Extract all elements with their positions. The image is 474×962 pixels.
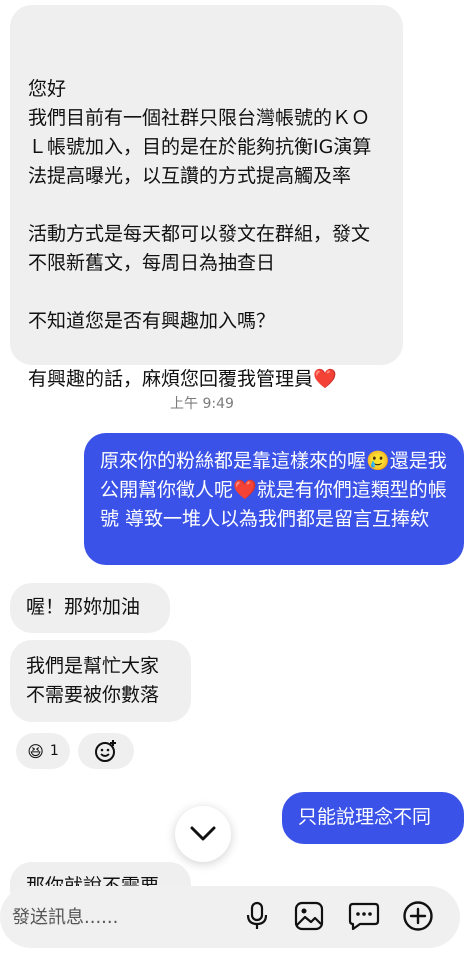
- sticker-icon: [348, 902, 380, 931]
- incoming-message[interactable]: 喔！那妳加油: [10, 583, 170, 633]
- add-reaction-button[interactable]: [78, 733, 134, 769]
- message-timestamp: 上午 9:49: [170, 396, 234, 412]
- message-composer[interactable]: 發送訊息......: [0, 886, 460, 948]
- add-button[interactable]: [401, 899, 435, 933]
- message-text: 原來你的粉絲都是靠這樣來的喔: [100, 450, 367, 472]
- message-text: 我們是幫忙大家: [26, 655, 160, 677]
- gallery-button[interactable]: [292, 899, 326, 933]
- add-icon: [403, 901, 433, 931]
- laughing-emoji: 😆: [27, 741, 44, 761]
- heart-emoji: ❤️: [233, 479, 257, 501]
- scroll-to-bottom-button[interactable]: [175, 806, 231, 862]
- reaction-count: 1: [49, 743, 59, 759]
- chevron-down-icon: [190, 826, 216, 841]
- incoming-message[interactable]: 我們是幫忙大家 不需要被你數落: [10, 640, 191, 722]
- outgoing-message[interactable]: 原來你的粉絲都是靠這樣來的喔🥲還是我公開幫你徵人呢❤️就是有你們這類型的帳號 導…: [84, 433, 464, 565]
- message-text: 喔！那妳加油: [26, 596, 141, 618]
- message-input[interactable]: 發送訊息......: [12, 903, 118, 929]
- reaction-chip[interactable]: 😆 1: [16, 733, 70, 769]
- sticker-button[interactable]: [347, 899, 381, 933]
- message-text: 您好 我們目前有一個社群只限台灣帳號的ＫＯＬ帳號加入，目的是在於能夠抗衡IG演算…: [28, 78, 372, 390]
- microphone-button[interactable]: [240, 899, 274, 933]
- message-text: 不需要被你數落: [26, 684, 160, 706]
- microphone-icon: [246, 901, 268, 929]
- incoming-message[interactable]: 您好 我們目前有一個社群只限台灣帳號的ＫＯＬ帳號加入，目的是在於能夠抗衡IG演算…: [10, 5, 403, 390]
- smiling-tear-emoji: 🥲: [366, 450, 390, 472]
- outgoing-message[interactable]: 只能說理念不同: [282, 792, 464, 844]
- image-icon: [294, 901, 324, 931]
- add-reaction-icon: [95, 740, 116, 762]
- message-text: 只能說理念不同: [298, 806, 432, 828]
- heart-emoji: ❤️: [313, 368, 337, 390]
